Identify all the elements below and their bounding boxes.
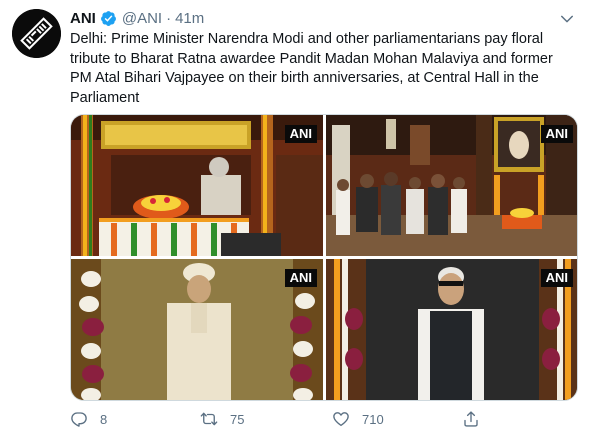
share-icon (464, 411, 478, 427)
avatar[interactable] (12, 9, 61, 58)
photo-parliamentarians[interactable]: ANI (326, 115, 577, 256)
photo-floral-tribute[interactable]: ANI (71, 115, 323, 256)
ani-logo-icon (12, 9, 61, 58)
photo-malaviya-portrait[interactable]: ANI (71, 259, 323, 400)
retweet-icon (200, 412, 218, 426)
author-handle[interactable]: @ANI (122, 10, 162, 27)
tweet-header: ANI @ANI · 41m (70, 8, 204, 28)
like-count: 710 (362, 411, 384, 427)
ani-watermark: ANI (284, 269, 317, 287)
author-name[interactable]: ANI (70, 10, 96, 27)
photo-vajpayee-portrait[interactable]: ANI (326, 259, 577, 400)
reply-count: 8 (100, 411, 108, 427)
ani-watermark: ANI (284, 125, 317, 143)
reply-button[interactable]: 8 (70, 410, 107, 428)
heart-icon (333, 412, 349, 427)
tweet-text: Delhi: Prime Minister Narendra Modi and … (70, 31, 553, 106)
ani-watermark: ANI (540, 125, 573, 143)
reply-icon (71, 412, 87, 427)
retweet-button[interactable]: 75 (200, 410, 244, 428)
media-grid: ANI ANI ANI ANI (70, 114, 578, 401)
tweet-actions: 8 75 710 (70, 410, 576, 430)
ani-watermark: ANI (540, 269, 573, 287)
chevron-down-icon (561, 15, 573, 23)
more-options-button[interactable] (556, 10, 578, 28)
share-button[interactable] (462, 410, 492, 428)
verified-badge-icon (100, 10, 116, 26)
timestamp[interactable]: 41m (175, 10, 204, 27)
retweet-count: 75 (230, 411, 245, 427)
tweet-card[interactable]: ANI @ANI · 41m Delhi: Prime Minister Nar… (0, 0, 590, 434)
separator-dot: · (166, 9, 172, 27)
like-button[interactable]: 710 (332, 410, 384, 428)
